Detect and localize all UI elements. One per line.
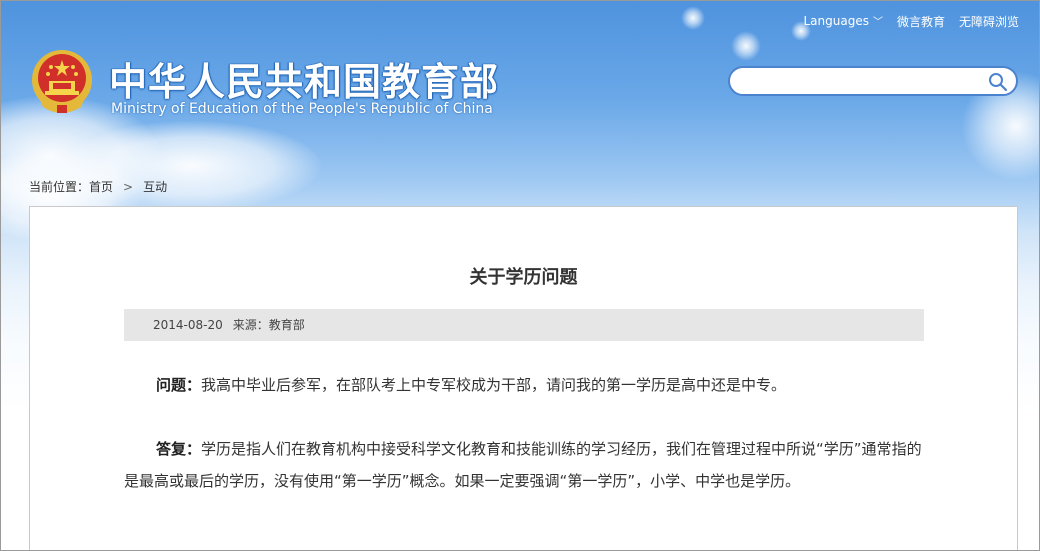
article-meta-bar: 2014-08-20 来源：教育部	[124, 309, 924, 341]
answer-text: 学历是指人们在教育机构中接受科学文化教育和技能训练的学习经历，我们在管理过程中所…	[124, 440, 922, 490]
article-title: 关于学历问题	[469, 267, 578, 288]
article-date: 2014-08-20	[153, 318, 223, 332]
breadcrumb-home[interactable]: 首页	[89, 180, 113, 194]
languages-label: Languages	[803, 14, 869, 28]
search-input[interactable]	[742, 72, 986, 94]
site-title-cn: 中华人民共和国教育部	[109, 60, 500, 104]
search-box	[728, 66, 1018, 96]
site-title-en: Ministry of Education of the People's Re…	[111, 101, 493, 117]
article-source: 来源：教育部	[232, 318, 305, 332]
breadcrumb-prefix: 当前位置：	[29, 180, 90, 194]
top-links: Languages ﹀ 微言教育 无障碍浏览	[803, 13, 1019, 30]
page-frame: Languages ﹀ 微言教育 无障碍浏览 中华人民共和国教育部 Ministr…	[0, 0, 1040, 551]
question-label: 问题：	[156, 376, 202, 394]
chevron-down-icon: ﹀	[872, 17, 883, 28]
search-icon[interactable]	[988, 72, 1008, 92]
weiyan-jiaoyu-link[interactable]: 微言教育	[897, 13, 945, 30]
breadcrumb-separator: >	[123, 180, 134, 194]
question-paragraph: 问题：我高中毕业后参军，在部队考上中专军校成为干部，请问我的第一学历是高中还是中…	[124, 369, 924, 401]
national-emblem-icon	[32, 50, 92, 113]
question-text: 我高中毕业后参军，在部队考上中专军校成为干部，请问我的第一学历是高中还是中专。	[201, 376, 787, 394]
answer-label: 答复：	[156, 440, 202, 458]
seed-decoration	[731, 31, 761, 61]
languages-link[interactable]: Languages ﹀	[803, 13, 882, 30]
accessibility-link[interactable]: 无障碍浏览	[959, 13, 1019, 30]
breadcrumb-interaction[interactable]: 互动	[143, 180, 167, 194]
seed-decoration	[681, 6, 705, 30]
article-panel: 关于学历问题 2014-08-20 来源：教育部 问题：我高中毕业后参军，在部队考…	[29, 206, 1018, 550]
answer-paragraph: 答复：学历是指人们在教育机构中接受科学文化教育和技能训练的学习经历，我们在管理过…	[124, 433, 924, 497]
breadcrumb: 当前位置：首页 > 互动	[29, 178, 167, 195]
